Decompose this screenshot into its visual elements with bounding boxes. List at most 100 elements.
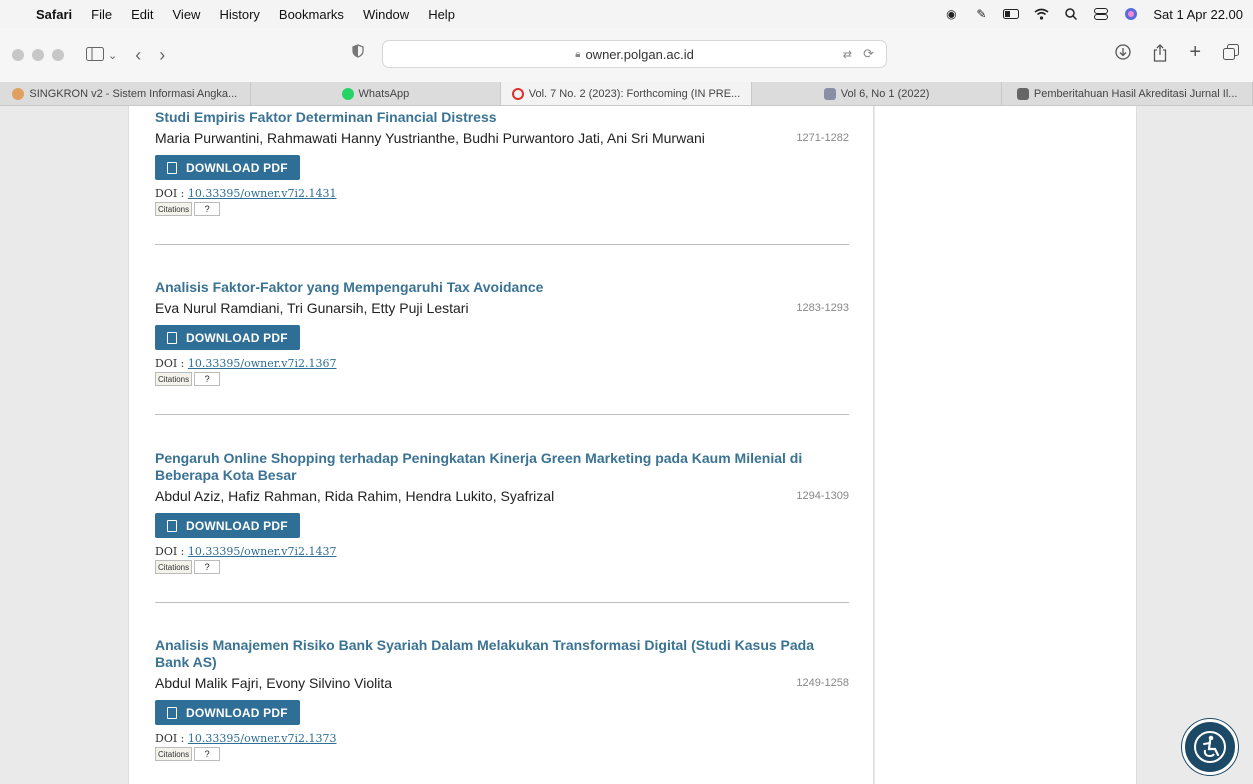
article-doi: DOI : 10.33395/owner.v7i2.1431 bbox=[155, 187, 849, 200]
doi-link[interactable]: 10.33395/owner.v7i2.1373 bbox=[188, 732, 337, 745]
citations-label: Citations bbox=[155, 560, 193, 574]
article-authors: Abdul Malik Fajri, Evony Silvino Violita bbox=[155, 675, 393, 691]
siri-icon[interactable] bbox=[1123, 7, 1139, 21]
citations-label: Citations bbox=[155, 202, 193, 216]
article-authors: Maria Purwantini, Rahmawati Hanny Yustri… bbox=[155, 130, 705, 146]
clock[interactable]: Sat 1 Apr 22.00 bbox=[1153, 7, 1243, 22]
minimize-window-button[interactable] bbox=[32, 49, 44, 61]
translate-icon[interactable]: ⇄ bbox=[843, 48, 852, 61]
screen-recording-icon[interactable]: ◉ bbox=[943, 7, 959, 21]
article-pages: 1271-1282 bbox=[796, 132, 849, 144]
tab-akreditasi[interactable]: Pemberitahuan Hasil Akreditasi Jurnal Il… bbox=[1002, 82, 1253, 105]
article-title[interactable]: Analisis Manajemen Risiko Bank Syariah D… bbox=[155, 637, 849, 671]
accessibility-button[interactable] bbox=[1182, 719, 1238, 775]
reload-icon[interactable]: ⟳ bbox=[863, 46, 874, 62]
doi-label: DOI : bbox=[155, 357, 185, 370]
chevron-down-icon[interactable]: ⌄ bbox=[108, 49, 117, 62]
article-pages: 1294-1309 bbox=[796, 490, 849, 502]
page-sidebar bbox=[875, 106, 1137, 784]
menu-window[interactable]: Window bbox=[363, 7, 409, 22]
sidebar-toggle-icon[interactable] bbox=[86, 45, 104, 66]
article-meta: Maria Purwantini, Rahmawati Hanny Yustri… bbox=[155, 130, 849, 146]
divider bbox=[155, 244, 849, 245]
pdf-icon bbox=[167, 161, 177, 174]
close-window-button[interactable] bbox=[12, 49, 24, 61]
article-title[interactable]: Analisis Faktor-Faktor yang Mempengaruhi… bbox=[155, 279, 849, 296]
citations-badge[interactable]: Citations ? bbox=[155, 202, 849, 216]
status-area: ◉ ✎ Sat 1 Apr 22.00 bbox=[943, 0, 1243, 28]
article-title[interactable]: Pengaruh Online Shopping terhadap Pening… bbox=[155, 450, 849, 484]
accessibility-icon bbox=[1194, 731, 1226, 763]
doi-label: DOI : bbox=[155, 732, 185, 745]
share-icon[interactable] bbox=[1153, 44, 1167, 67]
akreditasi-favicon-icon bbox=[1016, 87, 1029, 100]
downloads-icon[interactable] bbox=[1115, 44, 1131, 67]
article-doi: DOI : 10.33395/owner.v7i2.1367 bbox=[155, 357, 849, 370]
citations-label: Citations bbox=[155, 747, 193, 761]
forward-button[interactable]: › bbox=[159, 45, 165, 66]
menu-view[interactable]: View bbox=[173, 7, 201, 22]
citations-badge[interactable]: Citations ? bbox=[155, 560, 849, 574]
download-pdf-button[interactable]: DOWNLOAD PDF bbox=[155, 513, 300, 538]
menu-help[interactable]: Help bbox=[428, 7, 455, 22]
tab-vol6[interactable]: Vol 6, No 1 (2022) bbox=[752, 82, 1003, 105]
menu-history[interactable]: History bbox=[219, 7, 259, 22]
doi-link[interactable]: 10.33395/owner.v7i2.1367 bbox=[188, 357, 337, 370]
tab-whatsapp[interactable]: WhatsApp bbox=[251, 82, 502, 105]
window-controls bbox=[12, 49, 64, 61]
doi-label: DOI : bbox=[155, 545, 185, 558]
divider bbox=[155, 414, 849, 415]
privacy-shield-icon[interactable] bbox=[352, 44, 364, 61]
citations-count: ? bbox=[194, 202, 221, 216]
article-pages: 1249-1258 bbox=[796, 677, 849, 689]
menu-bookmarks[interactable]: Bookmarks bbox=[279, 7, 344, 22]
tab-singkron[interactable]: SINGKRON v2 - Sistem Informasi Angka... bbox=[0, 82, 251, 105]
tab-vol7[interactable]: Vol. 7 No. 2 (2023): Forthcoming (IN PRE… bbox=[501, 82, 752, 105]
pdf-icon bbox=[167, 706, 177, 719]
download-label: DOWNLOAD PDF bbox=[186, 330, 288, 345]
tab-label: SINGKRON v2 - Sistem Informasi Angka... bbox=[29, 87, 238, 100]
citations-count: ? bbox=[194, 747, 221, 761]
back-button[interactable]: ‹ bbox=[135, 45, 141, 66]
doi-link[interactable]: 10.33395/owner.v7i2.1431 bbox=[188, 187, 337, 200]
download-label: DOWNLOAD PDF bbox=[186, 705, 288, 720]
article-item: Pengaruh Online Shopping terhadap Pening… bbox=[155, 450, 849, 574]
menu-file[interactable]: File bbox=[91, 7, 112, 22]
zoom-window-button[interactable] bbox=[52, 49, 64, 61]
battery-icon[interactable] bbox=[1003, 7, 1020, 21]
browser-toolbar: ⌄ ‹ › 🔒︎ owner.polgan.ac.id ⟳ ⇄ + bbox=[0, 28, 1253, 82]
wifi-icon[interactable] bbox=[1033, 7, 1049, 21]
article-meta: Eva Nurul Ramdiani, Tri Gunarsih, Etty P… bbox=[155, 300, 849, 316]
address-bar[interactable]: 🔒︎ owner.polgan.ac.id ⟳ ⇄ bbox=[382, 40, 887, 68]
menu-bar: Safari File Edit View History Bookmarks … bbox=[0, 0, 1253, 28]
doi-label: DOI : bbox=[155, 187, 185, 200]
article-doi: DOI : 10.33395/owner.v7i2.1437 bbox=[155, 545, 849, 558]
url-text: owner.polgan.ac.id bbox=[585, 46, 694, 62]
citations-badge[interactable]: Citations ? bbox=[155, 747, 849, 761]
tab-overview-icon[interactable] bbox=[1223, 44, 1239, 67]
toolbar-actions: + bbox=[1115, 42, 1239, 67]
menu-app-name[interactable]: Safari bbox=[36, 7, 72, 22]
whatsapp-icon bbox=[341, 87, 354, 100]
article-list: Studi Empiris Faktor Determinan Financia… bbox=[128, 106, 874, 784]
menu-edit[interactable]: Edit bbox=[131, 7, 153, 22]
download-pdf-button[interactable]: DOWNLOAD PDF bbox=[155, 325, 300, 350]
control-center-icon[interactable] bbox=[1093, 7, 1109, 21]
article-authors: Eva Nurul Ramdiani, Tri Gunarsih, Etty P… bbox=[155, 300, 469, 316]
new-tab-icon[interactable]: + bbox=[1189, 42, 1201, 67]
web-page: Studi Empiris Faktor Determinan Financia… bbox=[0, 106, 1253, 784]
pen-icon[interactable]: ✎ bbox=[973, 7, 989, 21]
download-pdf-button[interactable]: DOWNLOAD PDF bbox=[155, 700, 300, 725]
u-favicon-icon bbox=[823, 87, 836, 100]
journal-favicon-icon bbox=[511, 87, 524, 100]
article-doi: DOI : 10.33395/owner.v7i2.1373 bbox=[155, 732, 849, 745]
download-pdf-button[interactable]: DOWNLOAD PDF bbox=[155, 155, 300, 180]
doi-link[interactable]: 10.33395/owner.v7i2.1437 bbox=[188, 545, 337, 558]
citations-badge[interactable]: Citations ? bbox=[155, 372, 849, 386]
article-meta: Abdul Aziz, Hafiz Rahman, Rida Rahim, He… bbox=[155, 488, 849, 504]
tab-bar: SINGKRON v2 - Sistem Informasi Angka... … bbox=[0, 82, 1253, 106]
singkron-favicon-icon bbox=[12, 87, 25, 100]
pdf-icon bbox=[167, 331, 177, 344]
search-icon[interactable] bbox=[1063, 7, 1079, 21]
article-title[interactable]: Studi Empiris Faktor Determinan Financia… bbox=[155, 109, 849, 126]
